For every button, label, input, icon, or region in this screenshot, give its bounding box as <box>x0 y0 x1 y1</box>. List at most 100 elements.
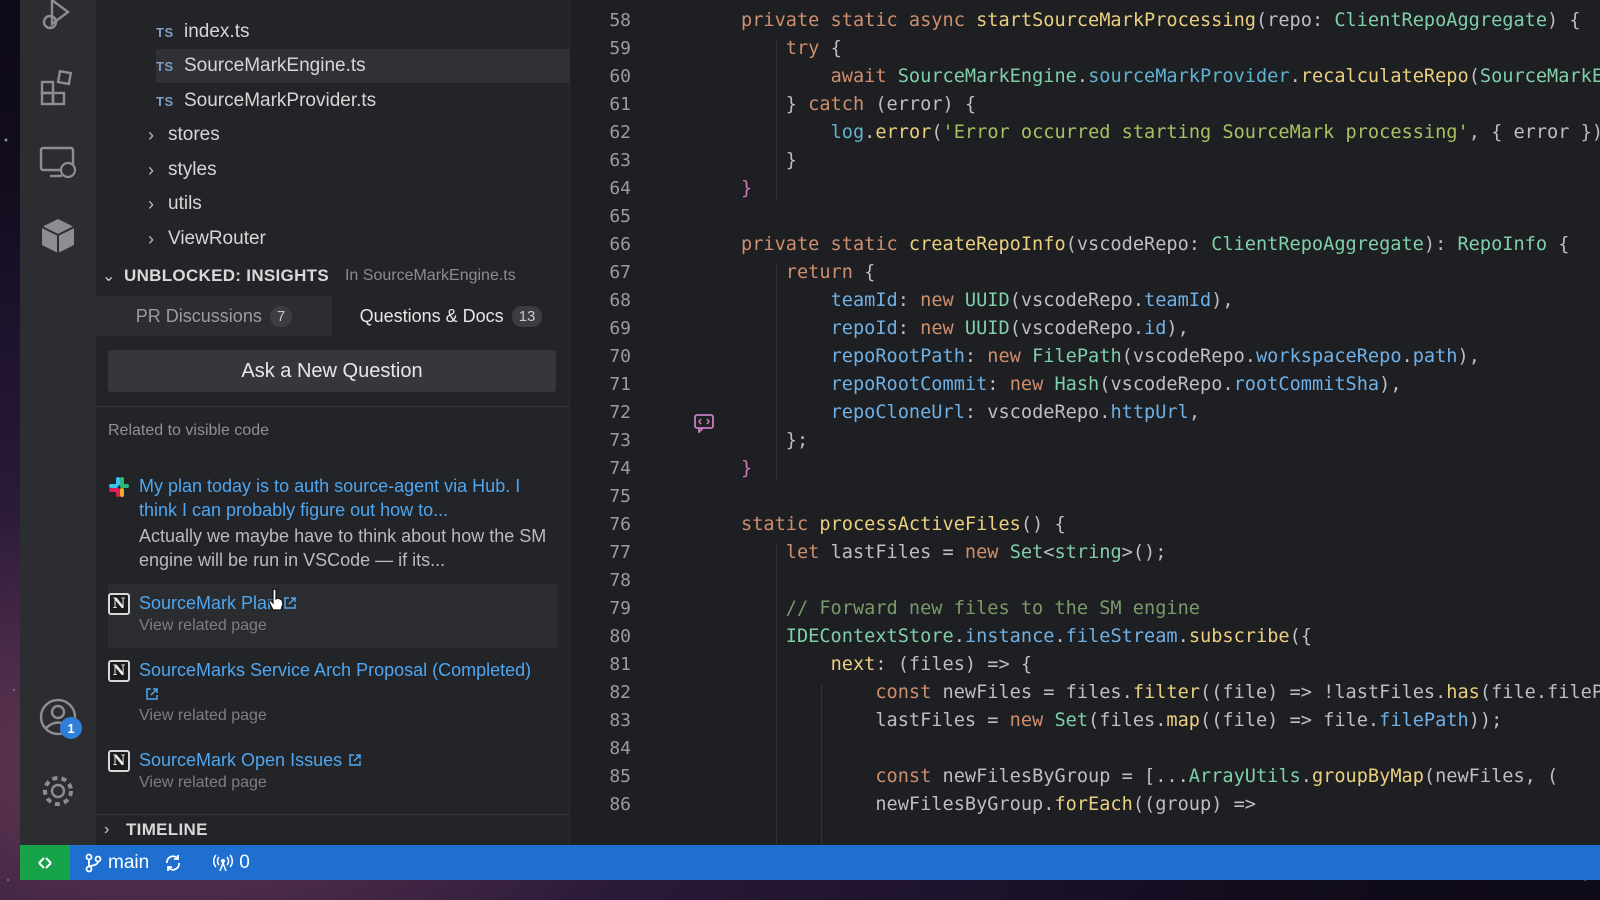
typescript-icon: TS <box>156 93 174 109</box>
section-title: TIMELINE <box>126 819 208 839</box>
line-number: 59 <box>609 38 631 59</box>
folder-name: stores <box>168 124 220 145</box>
code-line: newFilesByGroup.forEach((group) => <box>741 794 1256 815</box>
chevron-right-icon: › <box>148 124 154 145</box>
ports-indicator[interactable]: 0 <box>213 852 250 874</box>
folder-utils[interactable]: › utils <box>148 187 562 221</box>
sync-button[interactable] <box>163 853 189 873</box>
line-number: 80 <box>609 626 631 647</box>
line-number: 66 <box>609 234 631 255</box>
tab-count: 13 <box>511 305 543 327</box>
chevron-right-icon: › <box>148 193 154 214</box>
line-number: 81 <box>609 654 631 675</box>
code-line: repoCloneUrl: vscodeRepo.httpUrl, <box>830 402 1201 423</box>
line-number: 64 <box>609 178 631 199</box>
code-line: // Forward new files to the SM engine <box>785 598 1200 619</box>
code-line: let lastFiles = new Set<string>(); <box>785 542 1167 563</box>
folder-stores[interactable]: › stores <box>148 118 562 152</box>
settings-gear-icon[interactable] <box>38 771 78 811</box>
line-number: 86 <box>609 794 631 815</box>
line-number: 82 <box>609 682 631 703</box>
folder-name: ViewRouter <box>168 228 266 249</box>
broadcast-icon <box>213 854 234 871</box>
insight-item-service-arch[interactable]: N SourceMarks Service Arch Proposal (Com… <box>108 658 554 724</box>
file-sourcemarkprovider-ts[interactable]: TS SourceMarkProvider.ts <box>156 84 569 118</box>
view-related-page[interactable]: View related page <box>139 617 267 635</box>
line-number: 63 <box>609 150 631 171</box>
line-number: 85 <box>609 766 631 787</box>
insight-item-open-issues[interactable]: N SourceMark Open Issues View related pa… <box>108 748 554 804</box>
code-line: await SourceMarkEngine.sourceMarkProvide… <box>830 66 1600 87</box>
timeline-section-header[interactable]: › TIMELINE <box>96 814 569 844</box>
code-line: IDEContextStore.instance.fileStream.subs… <box>785 626 1312 647</box>
external-link-icon <box>349 754 361 766</box>
unblocked-cube-icon[interactable] <box>38 216 78 256</box>
external-link-icon <box>284 597 296 609</box>
divider <box>96 406 569 407</box>
code-line: const newFilesByGroup = [...ArrayUtils.g… <box>875 766 1559 787</box>
branch-indicator[interactable]: main <box>84 852 149 874</box>
code-line: static processActiveFiles() { <box>741 514 1066 535</box>
code-line: repoRootCommit: new Hash(vscodeRepo.root… <box>830 374 1402 395</box>
insight-title[interactable]: My plan today is to auth source-agent vi… <box>139 474 549 522</box>
code-line: const newFiles = files.filter((file) => … <box>875 682 1600 703</box>
line-number: 75 <box>609 486 631 507</box>
remote-icon <box>38 856 52 869</box>
insight-title-link[interactable]: SourceMark Plan <box>139 591 549 615</box>
code-line: private static async startSourceMarkProc… <box>741 10 1581 31</box>
code-line: repoRootPath: new FilePath(vscodeRepo.wo… <box>830 346 1480 367</box>
run-debug-icon[interactable] <box>38 0 78 36</box>
file-name: SourceMarkProvider.ts <box>184 90 377 111</box>
insight-comment-icon[interactable] <box>693 413 715 433</box>
line-number: 58 <box>609 10 631 31</box>
folder-name: styles <box>168 159 217 180</box>
extensions-icon[interactable] <box>38 68 78 108</box>
tab-pr-discussions[interactable]: PR Discussions 7 <box>96 296 332 336</box>
typescript-icon: TS <box>156 58 174 74</box>
chevron-right-icon: › <box>148 159 154 180</box>
line-number: 69 <box>609 318 631 339</box>
folder-viewrouter[interactable]: › ViewRouter <box>148 222 562 256</box>
file-sourcemarkengine-ts[interactable]: TS SourceMarkEngine.ts <box>156 49 569 83</box>
insights-tabs: PR Discussions 7 Questions & Docs 13 <box>96 296 569 336</box>
tab-label: PR Discussions <box>135 305 262 326</box>
section-title: UNBLOCKED: INSIGHTS <box>124 266 329 285</box>
code-line: } <box>741 150 797 171</box>
ask-new-question-button[interactable]: Ask a New Question <box>108 350 556 392</box>
line-number: 62 <box>609 122 631 143</box>
view-related-page[interactable]: View related page <box>139 774 267 792</box>
code-line: } <box>741 178 753 199</box>
code-line: } catch (error) { <box>741 94 977 115</box>
insight-title-link[interactable]: SourceMark Open Issues <box>139 748 549 772</box>
insight-item-slack[interactable]: My plan today is to auth source-agent vi… <box>108 474 554 570</box>
line-number: 84 <box>609 738 631 759</box>
notion-icon: N <box>108 660 130 682</box>
insights-section-header[interactable]: ⌄ UNBLOCKED: INSIGHTS In SourceMarkEngin… <box>96 262 569 290</box>
code-line: next: (files) => { <box>830 654 1033 675</box>
line-number: 60 <box>609 66 631 87</box>
folder-styles[interactable]: › styles <box>148 153 562 187</box>
hand-cursor-icon <box>268 588 284 611</box>
typescript-icon: TS <box>156 24 174 40</box>
folder-name: utils <box>168 193 202 214</box>
line-number: 78 <box>609 570 631 591</box>
line-number: 79 <box>609 598 631 619</box>
line-number: 67 <box>609 262 631 283</box>
file-index-ts[interactable]: TS index.ts <box>156 15 569 49</box>
insight-title-link[interactable]: SourceMarks Service Arch Proposal (Compl… <box>139 658 549 706</box>
code-line: lastFiles = new Set(files.map((file) => … <box>741 710 1503 731</box>
file-name: index.ts <box>184 21 250 42</box>
code-line: repoId: new UUID(vscodeRepo.id), <box>830 318 1189 339</box>
view-related-page[interactable]: View related page <box>139 707 267 725</box>
line-number: 68 <box>609 290 631 311</box>
remote-explorer-icon[interactable] <box>38 142 78 182</box>
remote-indicator[interactable] <box>20 845 70 880</box>
sidebar: TS index.ts TS SourceMarkEngine.ts TS So… <box>96 0 570 845</box>
notion-icon: N <box>108 750 130 772</box>
insight-item-sourcemark-plan[interactable]: N SourceMark Plan View related page <box>108 591 554 647</box>
line-number: 71 <box>609 374 631 395</box>
code-editor[interactable]: 58 59 60 61 62 63 64 65 66 67 68 69 70 71 72 73 74 75 76 77… <box>571 0 1600 845</box>
line-number: 73 <box>609 430 631 451</box>
tab-questions-docs[interactable]: Questions & Docs 13 <box>332 296 569 336</box>
notion-icon: N <box>108 593 130 615</box>
